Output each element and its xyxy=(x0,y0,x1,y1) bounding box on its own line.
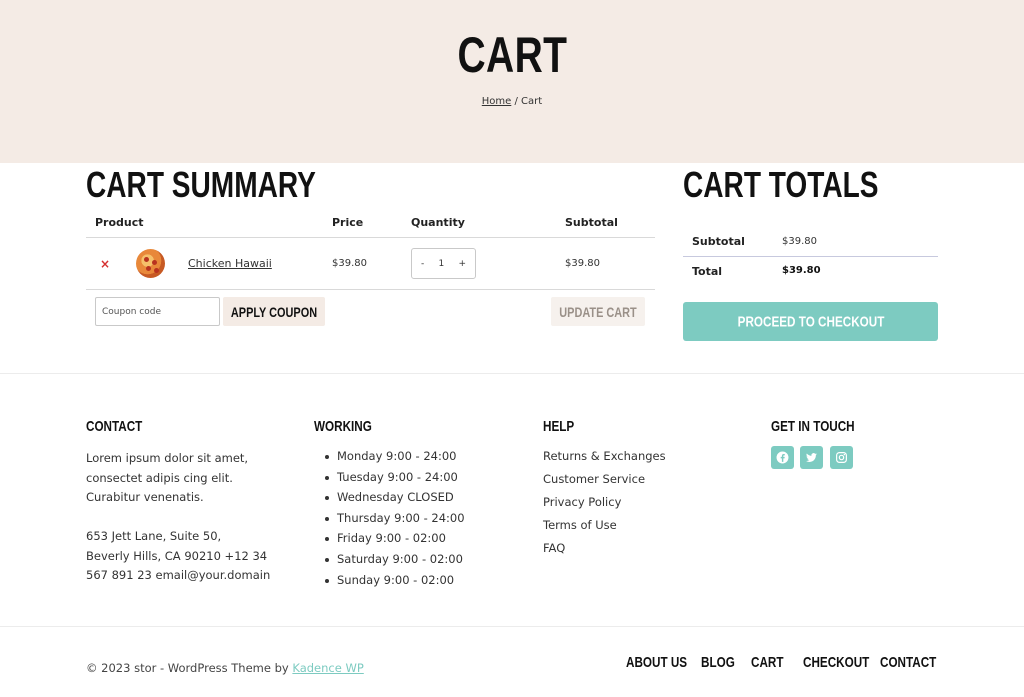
help-link-customer-service[interactable]: Customer Service xyxy=(543,469,666,492)
footer-nav-contact[interactable]: CONTACT xyxy=(880,654,936,671)
footer-nav-checkout[interactable]: CHECKOUT xyxy=(803,654,869,671)
coupon-code-input[interactable] xyxy=(95,297,220,326)
item-subtotal: $39.80 xyxy=(565,258,600,269)
totals-divider xyxy=(683,256,938,257)
footer-bottom-divider xyxy=(0,626,1024,627)
column-header-price: Price xyxy=(332,216,364,229)
footer-nav-cart[interactable]: CART xyxy=(751,654,784,671)
twitter-icon[interactable] xyxy=(800,446,823,469)
column-header-subtotal: Subtotal xyxy=(565,216,618,229)
update-cart-label: UPDATE CART xyxy=(559,303,637,320)
breadcrumb-home-link[interactable]: Home xyxy=(482,96,512,107)
footer-nav-blog[interactable]: BLOG xyxy=(701,654,735,671)
update-cart-button[interactable]: UPDATE CART xyxy=(551,297,645,326)
page-title-wrap: CART xyxy=(0,26,1024,84)
page-hero: CART Home / Cart xyxy=(0,0,1024,163)
contact-line: consectet adipis cing elit. xyxy=(86,470,233,485)
footer-contact-heading: CONTACT xyxy=(86,418,143,435)
table-row-divider xyxy=(86,289,655,290)
list-item: Friday 9:00 - 02:00 xyxy=(320,528,465,549)
help-link-returns[interactable]: Returns & Exchanges xyxy=(543,446,666,469)
column-header-product: Product xyxy=(95,216,144,229)
item-price: $39.80 xyxy=(332,258,367,269)
kadence-wp-link[interactable]: Kadence WP xyxy=(292,661,363,675)
cart-totals-heading: CART TOTALS xyxy=(683,164,879,205)
proceed-to-checkout-button[interactable]: PROCEED TO CHECKOUT xyxy=(683,302,938,341)
subtotal-value: $39.80 xyxy=(782,236,817,247)
contact-spacer xyxy=(86,508,270,528)
copyright-prefix: © 2023 stor - WordPress Theme by xyxy=(86,661,293,675)
breadcrumb-current: Cart xyxy=(521,96,543,107)
column-header-quantity: Quantity xyxy=(411,216,465,229)
contact-line: Curabitur venenatis. xyxy=(86,490,204,504)
working-hours-list: Monday 9:00 - 24:00 Tuesday 9:00 - 24:00… xyxy=(320,446,465,590)
total-label: Total xyxy=(692,265,723,278)
help-links: Returns & Exchanges Customer Service Pri… xyxy=(543,446,666,561)
contact-line: Beverly Hills, CA 90210 +12 34 xyxy=(86,548,268,563)
contact-line: 653 Jett Lane, Suite 50, xyxy=(86,529,222,543)
apply-coupon-button[interactable]: APPLY COUPON xyxy=(223,297,325,326)
contact-line: 567 891 23 email@your.domain xyxy=(86,568,271,582)
help-link-faq[interactable]: FAQ xyxy=(543,538,666,561)
cart-summary-heading: CART SUMMARY xyxy=(86,164,316,205)
proceed-to-checkout-label: PROCEED TO CHECKOUT xyxy=(737,313,884,330)
table-header-divider xyxy=(86,237,655,238)
page-title: CART xyxy=(457,27,567,83)
apply-coupon-label: APPLY COUPON xyxy=(230,303,318,320)
footer-help-heading: HELP xyxy=(543,418,575,435)
facebook-icon[interactable] xyxy=(771,446,794,469)
instagram-icon[interactable] xyxy=(830,446,853,469)
product-thumbnail[interactable] xyxy=(136,249,165,278)
footer-working-heading: WORKING xyxy=(314,418,372,435)
copyright-text: © 2023 stor - WordPress Theme by Kadence… xyxy=(86,661,364,675)
list-item: Thursday 9:00 - 24:00 xyxy=(320,508,465,529)
contact-line: Lorem ipsum dolor sit amet, xyxy=(86,451,249,465)
list-item: Monday 9:00 - 24:00 xyxy=(320,446,465,467)
breadcrumb-separator: / xyxy=(511,96,522,107)
breadcrumb: Home / Cart xyxy=(0,96,1024,107)
remove-item-icon[interactable]: × xyxy=(100,257,110,271)
quantity-stepper: - 1 + xyxy=(411,248,476,279)
product-name-link[interactable]: Chicken Hawaii xyxy=(188,257,272,270)
total-value: $39.80 xyxy=(782,265,821,276)
footer-nav-about-us[interactable]: ABOUT US xyxy=(626,654,687,671)
help-link-privacy[interactable]: Privacy Policy xyxy=(543,492,666,515)
quantity-input[interactable]: 1 xyxy=(438,259,444,269)
help-link-terms[interactable]: Terms of Use xyxy=(543,515,666,538)
quantity-increase-button[interactable]: + xyxy=(458,259,466,269)
subtotal-label: Subtotal xyxy=(692,235,745,248)
list-item: Tuesday 9:00 - 24:00 xyxy=(320,467,465,488)
list-item: Sunday 9:00 - 02:00 xyxy=(320,570,465,591)
footer-social-heading: GET IN TOUCH xyxy=(771,418,855,435)
list-item: Wednesday CLOSED xyxy=(320,487,465,508)
footer-contact-text: Lorem ipsum dolor sit amet, consectet ad… xyxy=(86,449,270,586)
quantity-decrease-button[interactable]: - xyxy=(421,259,424,269)
list-item: Saturday 9:00 - 02:00 xyxy=(320,549,465,570)
footer-top-divider xyxy=(0,373,1024,374)
